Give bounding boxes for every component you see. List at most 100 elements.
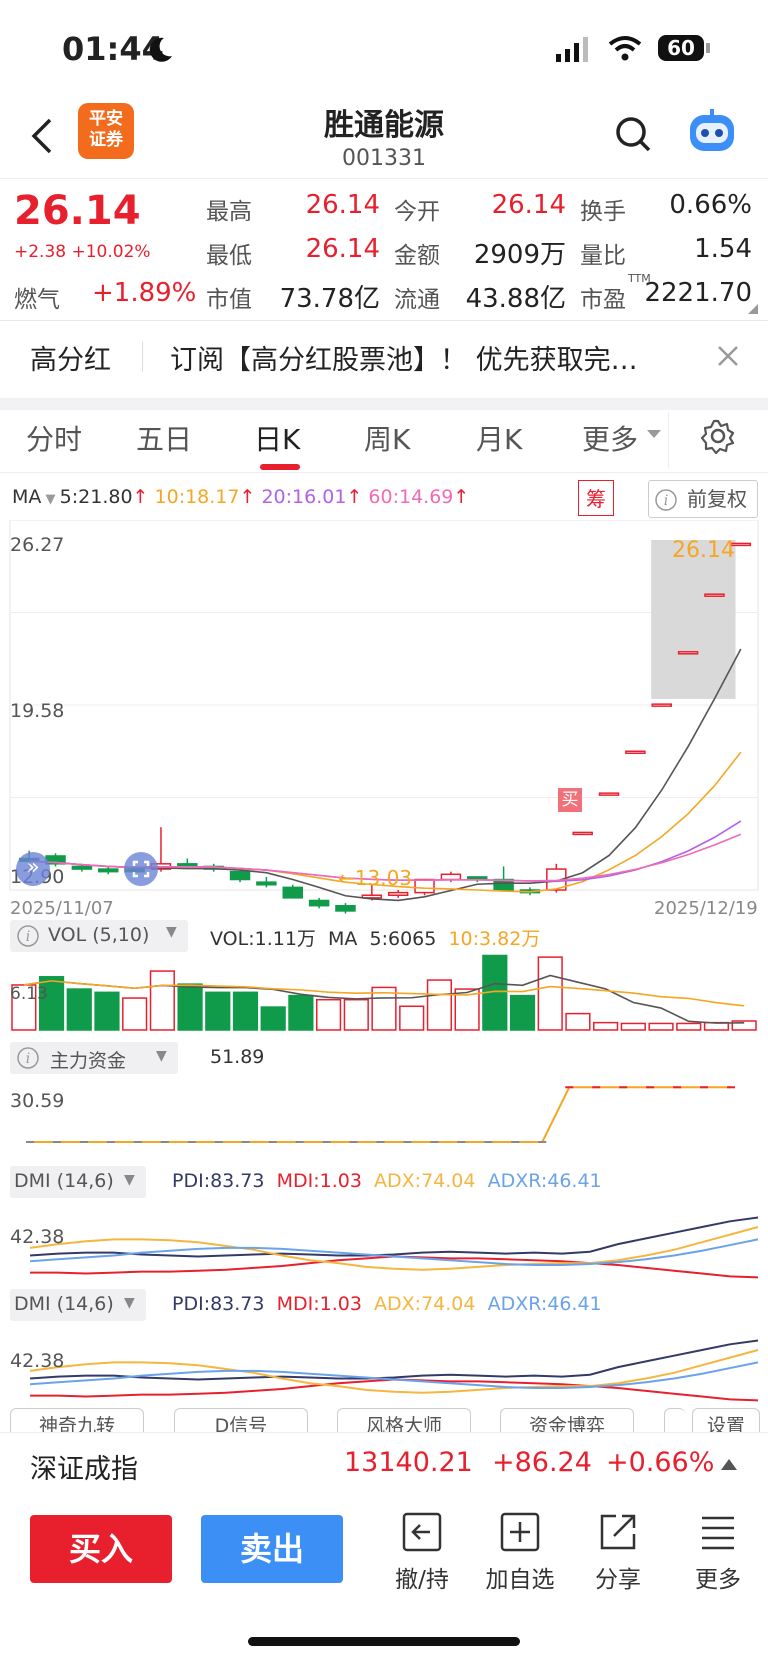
dmi-pdi-1: PDI:83.73 [172,1170,265,1192]
expand-corner-icon[interactable] [748,304,758,314]
dmi-pdi-line [29,1216,759,1258]
volume-bar [149,970,175,1031]
battery-tip [706,43,710,53]
candle-body [335,904,356,912]
kline-chart[interactable] [0,520,768,915]
kline-low-value: 13.03 [354,866,413,890]
fund-dropdown-icon: ▼ [156,1048,167,1064]
current-price: 26.14 [14,188,141,234]
dmi-legend-2: PDI:83.73 MDI:1.03 ADX:74.04 ADXR:46.41 [172,1293,602,1315]
banner-tag: 高分红 [30,345,111,376]
sector-change[interactable]: +1.89% [92,278,196,308]
volume-bar [676,1022,702,1031]
candle-body [598,792,620,796]
dmi-mdi-1: MDI:1.03 [276,1170,362,1192]
open-value: 26.14 [491,190,566,220]
tab-divider [668,412,669,468]
add-watchlist-button[interactable]: 加自选 [480,1510,560,1594]
market-cap-label: 市值 [206,287,252,313]
ma5-value: 5:21.80 [59,486,133,508]
candle-body [651,703,672,707]
home-indicator [248,1637,520,1646]
candle-body [308,899,330,907]
candle-body [440,873,462,881]
candle-body [256,881,277,886]
float-cap-label: 流通 [394,287,440,313]
more-button[interactable]: 更多 [678,1510,758,1594]
fund-title: 主力资金 [50,1050,127,1072]
price-change: +2.38 +10.02% [14,242,151,262]
banner-text: 订阅【高分红股票池】！ 优先获取完… [170,345,638,376]
adjust-type-label: 前复权 [687,487,747,511]
volume-bar [205,991,231,1031]
tab-more[interactable]: 更多 [582,418,638,458]
tab-five-day[interactable]: 五日 [136,418,192,458]
index-pct: +0.66% [606,1447,715,1478]
candle-body [677,651,699,655]
candle-body [98,868,119,873]
ma5-up-arrow: ↑ [132,486,155,508]
cancel-hold-label: 撤/持 [395,1567,449,1593]
wifi-icon [608,36,642,61]
close-icon[interactable] [716,344,740,368]
dmi-y-label-2: 42.38 [10,1350,65,1372]
tab-daily-k[interactable]: 日K [254,418,300,458]
index-change: +86.24 [492,1447,592,1478]
moon-icon [149,37,172,62]
scroll-left-button[interactable]: » [16,852,50,886]
volume-bar [399,1005,425,1031]
dmi-chart-2[interactable] [0,1321,768,1411]
divider [0,178,768,179]
banner-divider [142,342,143,372]
fund-flow-chart[interactable] [0,1074,768,1154]
dmi-adxr-1: ADXR:46.41 [487,1170,602,1192]
menu-icon [702,1516,734,1550]
promo-banner[interactable]: 高分红 订阅【高分红股票池】！ 优先获取完… [0,320,768,398]
add-watchlist-label: 加自选 [485,1567,555,1593]
ma10-up-arrow: ↑ [239,486,262,508]
volume-chart[interactable] [0,952,768,1032]
buy-signal-badge[interactable]: 买 [558,788,582,812]
kline-date-end: 2025/12/19 [654,898,758,919]
expand-up-icon[interactable] [720,1457,738,1471]
chip-distribution-button[interactable]: 筹 [578,480,614,516]
sector-name[interactable]: 燃气 [14,280,60,314]
index-bar[interactable]: 深证成指 13140.21 +86.24 +0.66% [0,1432,768,1496]
ma-label[interactable]: MA [12,486,41,508]
candle-body [414,878,435,894]
vol-info-icon[interactable]: i [16,924,40,948]
cancel-hold-button[interactable]: 撤/持 [382,1510,462,1594]
dmi-title-2: DMI (14,6) [14,1293,114,1315]
open-label: 今开 [394,199,440,225]
dmi-pdi-2: PDI:83.73 [172,1293,265,1315]
vol-y-label: 6.13 [10,984,48,1004]
vol-ma5: 5:6065 [369,928,437,950]
ma-legend: MA ▼ 5:21.80↑ 10:18.17↑ 20:16.01↑ 60:14.… [12,486,470,508]
tab-weekly-k[interactable]: 周K [364,418,410,458]
tab-monthly-k[interactable]: 月K [476,418,522,458]
volume-bar [565,1012,591,1031]
dmi-chart-1[interactable] [0,1198,768,1290]
fund-flow-line [30,1086,732,1143]
fund-info-icon[interactable]: i [16,1046,40,1070]
share-icon [600,1514,636,1550]
tab-intraday[interactable]: 分时 [26,418,82,458]
dmi-adx-line [29,1349,759,1394]
dmi-mdi-2: MDI:1.03 [276,1293,362,1315]
ma20-value: 20:16.01 [261,486,347,508]
quote-panel: 26.14 +2.38 +10.02% 燃气 +1.89% 最高 26.14 今… [0,180,768,321]
ma60-up-arrow: ↑ [453,486,470,508]
vol-ma-label: MA [328,928,358,950]
ma20-up-arrow: ↑ [346,486,369,508]
high-label: 最高 [206,199,252,225]
volume-bar [260,1006,286,1031]
fullscreen-button[interactable] [124,852,158,886]
fund-value: 51.89 [210,1046,265,1068]
share-button[interactable]: 分享 [578,1510,658,1594]
turnover-value: 0.66% [669,190,752,220]
sell-button[interactable]: 卖出 [201,1515,343,1583]
dmi-y-label-1: 42.38 [10,1226,65,1248]
candle-body [704,593,725,597]
buy-button[interactable]: 买入 [30,1515,172,1583]
settings-gear-icon[interactable] [700,418,736,454]
